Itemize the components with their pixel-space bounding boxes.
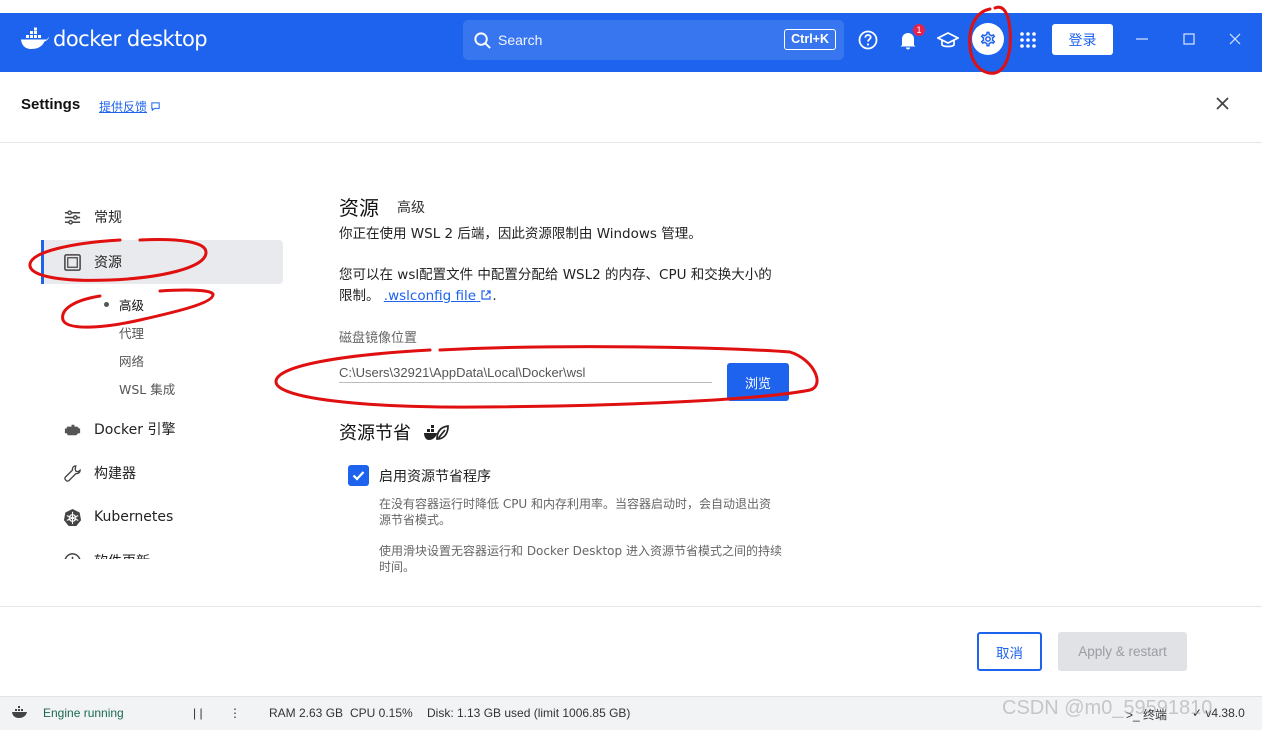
chat-bubble-icon: [151, 102, 160, 112]
ram-usage: RAM 2.63 GB: [269, 706, 344, 720]
engine-status: Engine running: [43, 706, 124, 720]
search-shortcut: Ctrl+K: [784, 29, 836, 50]
wsl-notice: 你正在使用 WSL 2 后端，因此资源限制由 Windows 管理。: [339, 226, 702, 242]
cpu-usage: CPU 0.15%: [350, 706, 413, 720]
search-icon: [474, 31, 491, 49]
description-line: 在没有容器运行时降低 CPU 和内存利用率。当容器启动时，会自动退出资: [379, 497, 772, 511]
description-line: 源节省模式。: [379, 513, 452, 527]
config-text-suffix: .: [492, 288, 497, 304]
docker-logo: docker desktop: [20, 27, 208, 51]
page-title: Settings: [21, 96, 81, 113]
sidebar-subitem-network[interactable]: 网络: [119, 351, 144, 370]
section-subtitle: 高级: [397, 200, 425, 216]
feedback-label: 提供反馈: [99, 100, 148, 114]
settings-button[interactable]: [972, 23, 1004, 55]
disk-usage: Disk: 1.13 GB used (limit 1006.85 GB): [427, 706, 631, 720]
docker-whale-small-icon: [12, 706, 27, 718]
config-text-line1: 您可以在 wsl配置文件 中配置分配给 WSL2 的内存、CPU 和交换大小的: [339, 267, 772, 283]
apply-restart-button[interactable]: Apply & restart: [1058, 632, 1187, 671]
graduation-cap-icon: [937, 32, 959, 48]
sidebar-item-kubernetes[interactable]: Kubernetes: [41, 495, 283, 539]
close-settings-icon[interactable]: [1214, 95, 1231, 112]
help-button[interactable]: [855, 27, 881, 53]
resource-saver-description-1: 在没有容器运行时降低 CPU 和内存利用率。当容器启动时，会自动退出资 源节省模…: [379, 496, 789, 528]
minimize-icon: [1136, 38, 1148, 40]
sidebar-item-label: 常规: [94, 210, 122, 226]
docker-whale-icon: [21, 27, 49, 49]
wslconfig-link-label: .wslconfig file: [383, 288, 477, 304]
search-placeholder: Search: [498, 32, 543, 48]
resource-saver-heading: 资源节省: [339, 419, 449, 445]
sidebar-item-builders[interactable]: 构建器: [41, 451, 283, 495]
wslconfig-link[interactable]: .wslconfig file: [384, 288, 493, 304]
sliders-icon: [64, 209, 81, 225]
description-line: 使用滑块设置无容器运行和 Docker Desktop 进入资源节省模式之间的持…: [379, 544, 782, 558]
sidebar-item-label: Kubernetes: [94, 509, 174, 525]
resource-saver-description-2: 使用滑块设置无容器运行和 Docker Desktop 进入资源节省模式之间的持…: [379, 543, 789, 575]
extensions-grid-button[interactable]: [1015, 27, 1041, 53]
more-options-button[interactable]: ⋮: [229, 706, 241, 720]
resource-saver-title: 资源节省: [339, 423, 411, 444]
sidebar-item-general[interactable]: 常规: [41, 195, 283, 239]
grid-icon: [1020, 32, 1036, 48]
maximize-icon: [1183, 33, 1195, 45]
minimize-button[interactable]: [1130, 27, 1154, 51]
sidebar-subitem-proxies[interactable]: 代理: [119, 323, 144, 342]
cancel-button[interactable]: 取消: [977, 632, 1042, 671]
sidebar-item-software-updates[interactable]: 软件更新: [41, 539, 283, 559]
feedback-link[interactable]: 提供反馈: [99, 98, 161, 115]
config-text-line2: 限制。 .wslconfig file .: [339, 286, 497, 307]
sidebar-item-resources[interactable]: 资源: [41, 240, 283, 284]
engine-icon: [64, 424, 81, 435]
notification-badge: 1: [913, 24, 925, 36]
maximize-button[interactable]: [1177, 27, 1201, 51]
sidebar-subitem-wsl[interactable]: WSL 集成: [119, 379, 175, 398]
sidebar-item-label: 资源: [94, 255, 122, 271]
sidebar-item-label: Docker 引擎: [94, 422, 176, 438]
disk-image-location-label: 磁盘镜像位置: [339, 331, 418, 346]
search-bar[interactable]: Search Ctrl+K: [463, 20, 844, 60]
current-subitem-dot: [104, 302, 109, 307]
login-button[interactable]: 登录: [1052, 24, 1113, 55]
eco-leaf-icon: [424, 425, 449, 440]
description-line: 时间。: [379, 560, 416, 574]
section-title: 资源: [339, 196, 379, 220]
sidebar-item-label: 软件更新: [94, 551, 150, 559]
resource-saver-checkbox-label: 启用资源节省程序: [379, 469, 491, 485]
disk-image-path-input[interactable]: [339, 363, 712, 383]
sidebar-subitem-advanced[interactable]: 高级: [119, 295, 144, 314]
external-link-icon: [481, 290, 491, 300]
wrench-icon: [64, 464, 81, 482]
update-icon: [64, 552, 81, 559]
pause-button[interactable]: | |: [193, 706, 203, 720]
browse-button[interactable]: 浏览: [727, 363, 789, 401]
check-icon: [352, 471, 365, 481]
close-icon: [1229, 33, 1241, 45]
resource-saver-checkbox[interactable]: [348, 465, 369, 486]
settings-sidebar: 常规 资源 高级 代理 网络 WSL 集成 Docker 引擎 构建器 Kube…: [0, 143, 300, 559]
gear-icon: [980, 31, 996, 47]
sidebar-item-label: 构建器: [94, 466, 136, 482]
resources-icon: [64, 253, 81, 271]
help-icon: [858, 30, 878, 50]
config-text-prefix: 限制。: [339, 288, 380, 304]
footer-divider: [0, 606, 1262, 607]
close-window-button[interactable]: [1223, 27, 1247, 51]
watermark: CSDN @m0_59591810: [1002, 697, 1213, 719]
app-name: docker desktop: [53, 27, 208, 51]
sidebar-item-docker-engine[interactable]: Docker 引擎: [41, 407, 283, 451]
helm-icon: [63, 508, 82, 526]
learning-center-button[interactable]: [935, 27, 961, 53]
title-bar: docker desktop Search Ctrl+K 1 登录: [0, 13, 1262, 72]
